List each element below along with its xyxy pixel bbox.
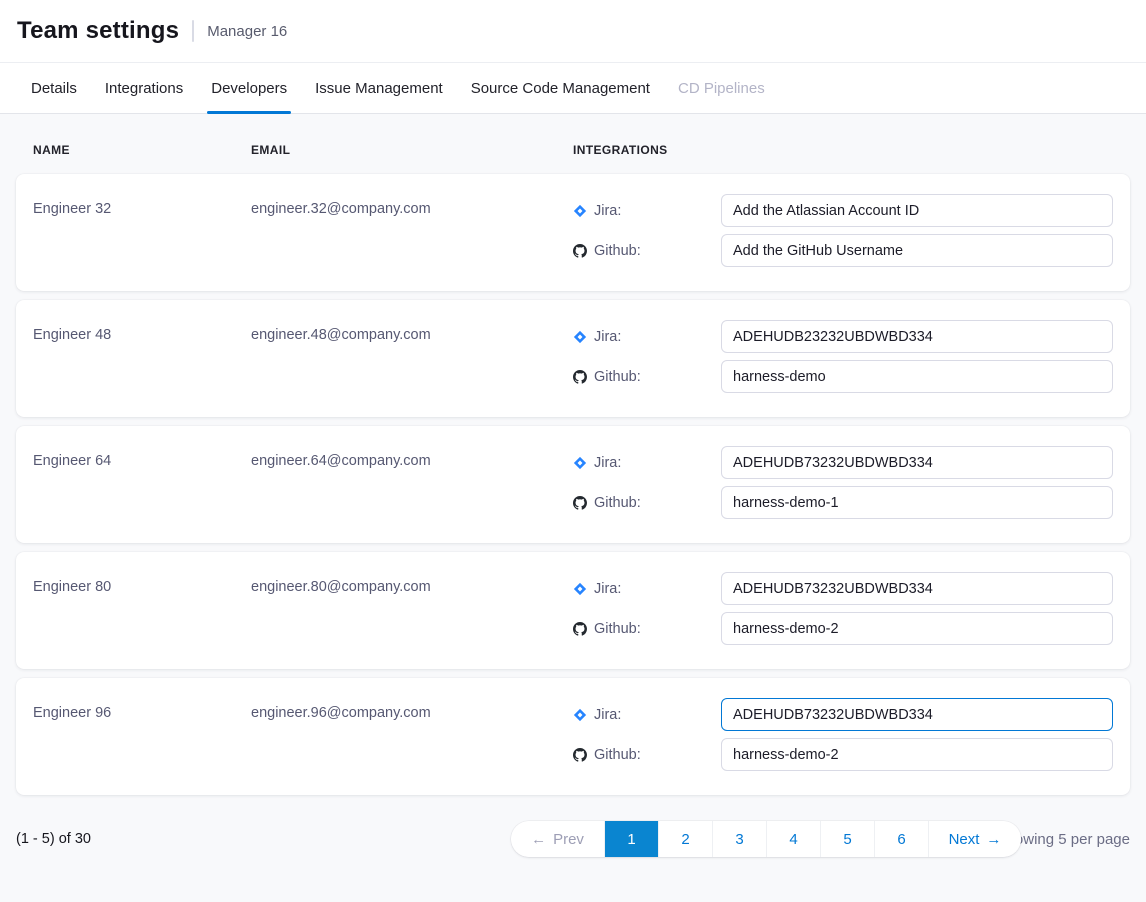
github-icon	[573, 370, 587, 384]
pagination-bar: (1 - 5) of 30 ← Prev 1 2 3 4 5 6 Next → …	[16, 821, 1130, 857]
github-label: Github:	[594, 621, 641, 637]
table-row: Engineer 64 engineer.64@company.com Jira…	[16, 426, 1130, 543]
jira-label-group: Jira:	[573, 455, 721, 471]
github-label: Github:	[594, 747, 641, 763]
page-button-4[interactable]: 4	[766, 821, 820, 857]
page-button-5[interactable]: 5	[820, 821, 874, 857]
integrations-cell: Jira: Github:	[573, 320, 1113, 393]
jira-label: Jira:	[594, 203, 621, 219]
jira-label: Jira:	[594, 455, 621, 471]
tab-details[interactable]: Details	[17, 63, 91, 113]
tab-cd-pipelines: CD Pipelines	[664, 63, 779, 113]
jira-label: Jira:	[594, 329, 621, 345]
jira-icon	[573, 330, 587, 344]
jira-label-group: Jira:	[573, 707, 721, 723]
developer-email: engineer.48@company.com	[251, 320, 573, 393]
github-label-group: Github:	[573, 369, 721, 385]
jira-icon	[573, 708, 587, 722]
page-button-1[interactable]: 1	[604, 821, 658, 857]
jira-label-group: Jira:	[573, 329, 721, 345]
github-input[interactable]	[721, 360, 1113, 393]
arrow-left-icon: ←	[531, 832, 546, 847]
integrations-cell: Jira: Github:	[573, 698, 1113, 771]
table-row: Engineer 48 engineer.48@company.com Jira…	[16, 300, 1130, 417]
page-title: Team settings	[17, 17, 179, 45]
github-label-group: Github:	[573, 243, 721, 259]
jira-icon	[573, 204, 587, 218]
github-label: Github:	[594, 495, 641, 511]
column-header-name: NAME	[33, 143, 251, 157]
jira-input[interactable]	[721, 320, 1113, 353]
github-icon	[573, 496, 587, 510]
prev-page-button[interactable]: ← Prev	[511, 821, 604, 857]
jira-label: Jira:	[594, 707, 621, 723]
github-label-group: Github:	[573, 621, 721, 637]
arrow-right-icon: →	[986, 832, 1001, 847]
jira-input[interactable]	[721, 194, 1113, 227]
github-input[interactable]	[721, 486, 1113, 519]
github-label-group: Github:	[573, 495, 721, 511]
jira-input[interactable]	[721, 446, 1113, 479]
table-row: Engineer 32 engineer.32@company.com Jira…	[16, 174, 1130, 291]
developer-email: engineer.80@company.com	[251, 572, 573, 645]
column-header-integrations: INTEGRATIONS	[573, 143, 1113, 157]
prev-label: Prev	[553, 831, 584, 848]
table-column-headers: NAME EMAIL INTEGRATIONS	[16, 143, 1130, 157]
page-header: Team settings Manager 16	[0, 0, 1146, 62]
table-row: Engineer 96 engineer.96@company.com Jira…	[16, 678, 1130, 795]
developer-email: engineer.64@company.com	[251, 446, 573, 519]
developer-name: Engineer 80	[33, 572, 251, 645]
developer-name: Engineer 32	[33, 194, 251, 267]
next-page-button[interactable]: Next →	[928, 821, 1021, 857]
next-label: Next	[949, 831, 980, 848]
tab-developers[interactable]: Developers	[197, 63, 301, 113]
page-subtitle: Manager 16	[207, 23, 287, 40]
github-icon	[573, 244, 587, 258]
jira-label-group: Jira:	[573, 203, 721, 219]
tab-issue-management[interactable]: Issue Management	[301, 63, 457, 113]
tab-source-code-management[interactable]: Source Code Management	[457, 63, 664, 113]
integrations-cell: Jira: Github:	[573, 446, 1113, 519]
developer-name: Engineer 96	[33, 698, 251, 771]
github-label: Github:	[594, 243, 641, 259]
jira-input-focused[interactable]	[721, 698, 1113, 731]
github-label: Github:	[594, 369, 641, 385]
jira-label: Jira:	[594, 581, 621, 597]
jira-icon	[573, 582, 587, 596]
developer-name: Engineer 48	[33, 320, 251, 393]
jira-icon	[573, 456, 587, 470]
tab-bar: Details Integrations Developers Issue Ma…	[0, 62, 1146, 114]
column-header-email: EMAIL	[251, 143, 573, 157]
pager: ← Prev 1 2 3 4 5 6 Next →	[511, 821, 1021, 857]
jira-input[interactable]	[721, 572, 1113, 605]
developer-email: engineer.32@company.com	[251, 194, 573, 267]
github-label-group: Github:	[573, 747, 721, 763]
github-icon	[573, 622, 587, 636]
integrations-cell: Jira: Github:	[573, 572, 1113, 645]
github-icon	[573, 748, 587, 762]
github-input[interactable]	[721, 738, 1113, 771]
page-button-2[interactable]: 2	[658, 821, 712, 857]
developers-panel: NAME EMAIL INTEGRATIONS Engineer 32 engi…	[0, 114, 1146, 902]
github-input[interactable]	[721, 234, 1113, 267]
integrations-cell: Jira: Github:	[573, 194, 1113, 267]
jira-label-group: Jira:	[573, 581, 721, 597]
page-button-6[interactable]: 6	[874, 821, 928, 857]
github-input[interactable]	[721, 612, 1113, 645]
developer-name: Engineer 64	[33, 446, 251, 519]
developer-email: engineer.96@company.com	[251, 698, 573, 771]
result-range-label: (1 - 5) of 30	[16, 831, 91, 847]
table-row: Engineer 80 engineer.80@company.com Jira…	[16, 552, 1130, 669]
tab-integrations[interactable]: Integrations	[91, 63, 197, 113]
title-divider	[192, 20, 194, 42]
page-button-3[interactable]: 3	[712, 821, 766, 857]
